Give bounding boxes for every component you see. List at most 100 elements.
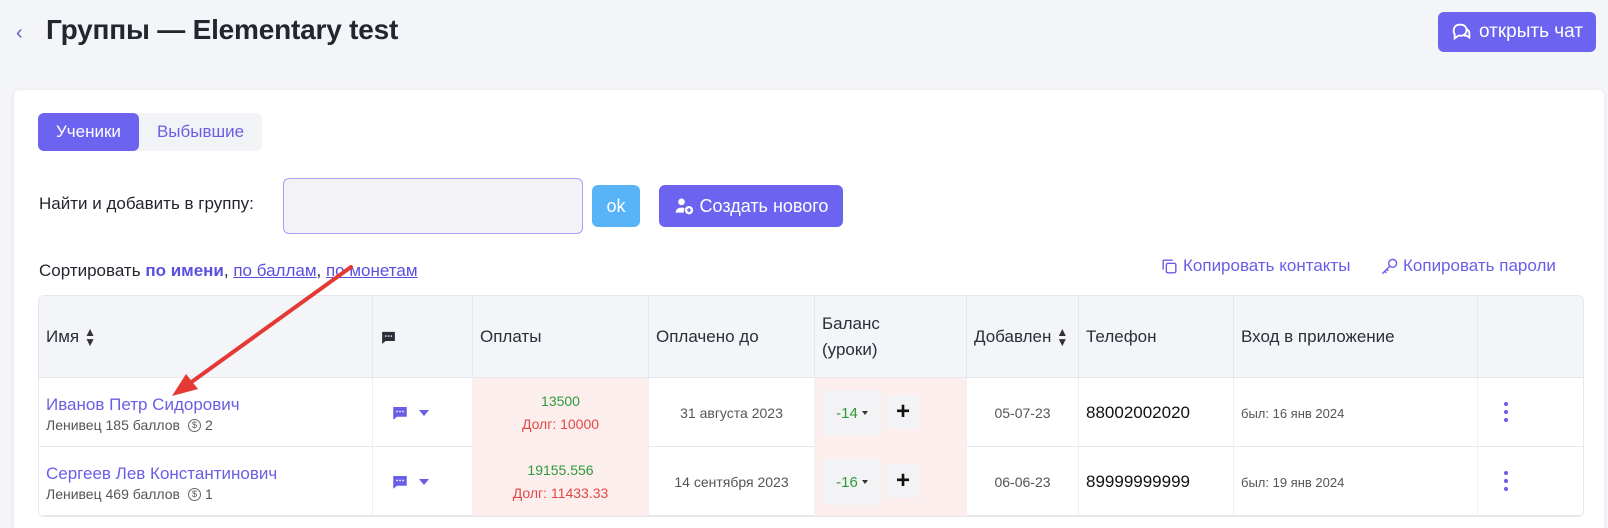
open-chat-label: открыть чат (1478, 21, 1584, 42)
payment-cell: 19155.556 Долг: 11433.33 (473, 447, 649, 516)
table-header: Имя ▲ ▼ Оплаты Оплачено до Баланс (уроки) … (39, 296, 1583, 378)
message-cell (373, 447, 473, 516)
caret-down-icon (861, 411, 868, 415)
add-user-icon (675, 198, 693, 215)
payment-debt: Долг: 11433.33 (512, 485, 609, 501)
message-dropdown[interactable] (391, 473, 429, 491)
sort-comma: , (223, 261, 234, 280)
add-lessons-plus-icon[interactable]: + (887, 464, 919, 498)
balance-dropdown[interactable]: -14 (822, 390, 882, 436)
col-balance-label-2: (уроки) (822, 340, 878, 359)
col-login: Вход в приложение (1234, 296, 1478, 378)
paid-until-cell: 31 августа 2023 (649, 378, 815, 447)
col-balance: Баланс (уроки) (815, 296, 967, 378)
login-cell: был: 16 янв 2024 (1234, 378, 1478, 447)
student-coins: 1 (204, 486, 213, 502)
col-name[interactable]: Имя ▲ ▼ (39, 296, 373, 378)
students-table: Имя ▲ ▼ Оплаты Оплачено до Баланс (уроки) … (38, 295, 1584, 517)
create-new-label: Создать нового (699, 195, 829, 216)
copy-icon (1162, 258, 1177, 274)
added-cell: 05-07-23 (967, 378, 1079, 447)
student-coins: 2 (204, 417, 213, 433)
copy-contacts-label: Копировать контакты (1183, 256, 1351, 275)
added-date: 05-07-23 (994, 405, 1051, 421)
key-icon (1381, 258, 1398, 274)
last-login: был: 19 янв 2024 (1241, 475, 1345, 490)
back-chevron-icon[interactable]: ‹ (16, 20, 30, 46)
coin-icon: $ (187, 418, 201, 432)
added-date: 06-06-23 (994, 474, 1051, 490)
copy-passwords-label: Копировать пароли (1403, 256, 1556, 275)
sort-by-points-link[interactable]: по баллам (233, 261, 316, 280)
payment-amount: 13500 (541, 393, 580, 409)
sort-by-coins-link[interactable]: по монетам (326, 261, 418, 280)
col-actions (1478, 296, 1583, 378)
copy-passwords-link[interactable]: Копировать пароли (1380, 256, 1556, 276)
table-row: Сергеев Лев Константинович Ленивец 469 б… (39, 447, 1583, 516)
tabs: Ученики Выбывшие (38, 113, 263, 151)
phone-cell: 89999999999 (1079, 447, 1234, 516)
sort-comma: , (316, 261, 326, 280)
table-row: Иванов Петр Сидорович Ленивец 185 баллов… (39, 378, 1583, 447)
tab-dropped[interactable]: Выбывшие (139, 113, 262, 151)
col-name-label: Имя (46, 327, 80, 346)
student-points: Ленивец 469 баллов $ 1 (46, 486, 213, 502)
name-cell: Иванов Петр Сидорович Ленивец 185 баллов… (39, 378, 373, 447)
student-name-link[interactable]: Сергеев Лев Константинович (46, 464, 277, 484)
payment-amount: 19155.556 (527, 462, 594, 478)
col-paid-until: Оплачено до (649, 296, 815, 378)
tab-students[interactable]: Ученики (38, 113, 139, 151)
message-dropdown[interactable] (391, 404, 429, 422)
top-bar: ‹ Группы — Elementary test открыть чат (0, 0, 1608, 70)
col-balance-label-1: Баланс (822, 314, 880, 333)
balance-cell: -14 + (815, 378, 967, 447)
chat-bubbles-icon (1452, 23, 1471, 41)
paid-until-cell: 14 сентября 2023 (649, 447, 815, 516)
phone-number: 88002002020 (1086, 403, 1191, 422)
caret-down-icon (861, 480, 868, 484)
student-points-text: Ленивец 469 баллов (46, 486, 180, 502)
balance-value: -16 (836, 473, 858, 491)
phone-cell: 88002002020 (1079, 378, 1234, 447)
name-cell: Сергеев Лев Константинович Ленивец 469 б… (39, 447, 373, 516)
sort-prefix: Сортировать (39, 261, 141, 280)
last-login: был: 16 янв 2024 (1241, 406, 1345, 421)
more-vertical-icon[interactable] (1502, 400, 1510, 424)
col-phone: Телефон (1079, 296, 1234, 378)
page-title: Группы — Elementary test (46, 14, 399, 45)
message-cell (373, 378, 473, 447)
ok-button[interactable]: ok (592, 185, 640, 227)
student-name-link[interactable]: Иванов Петр Сидорович (46, 395, 240, 415)
sort-caret-icon: ▲ ▼ (84, 325, 97, 349)
payment-debt: Долг: 10000 (521, 416, 600, 432)
more-vertical-icon[interactable] (1502, 469, 1510, 493)
col-added[interactable]: Добавлен ▲ ▼ (967, 296, 1079, 378)
actions-cell (1478, 378, 1583, 447)
find-student-input[interactable] (283, 178, 583, 234)
balance-value: -14 (836, 404, 858, 422)
balance-cell: -16 + (815, 447, 967, 516)
open-chat-button[interactable]: открыть чат (1438, 12, 1596, 52)
col-added-label: Добавлен (974, 327, 1052, 346)
sort-by-name-link[interactable]: по имени (145, 261, 224, 280)
phone-number: 89999999999 (1086, 472, 1191, 491)
copy-contacts-link[interactable]: Копировать контакты (1160, 256, 1350, 276)
message-icon (382, 331, 395, 344)
col-messages (373, 296, 473, 378)
payment-cell: 13500 Долг: 10000 (473, 378, 649, 447)
create-new-button[interactable]: Создать нового (659, 185, 843, 227)
find-label: Найти и добавить в группу: (39, 194, 254, 213)
actions-cell (1478, 447, 1583, 516)
added-cell: 06-06-23 (967, 447, 1079, 516)
message-icon (393, 476, 407, 489)
paid-until-date: 31 августа 2023 (680, 405, 783, 421)
group-card: Ученики Выбывшие Найти и добавить в груп… (14, 90, 1604, 528)
col-payments: Оплаты (473, 296, 649, 378)
paid-until-date: 14 сентября 2023 (674, 474, 789, 490)
balance-dropdown[interactable]: -16 (822, 459, 882, 505)
sort-caret-icon: ▲ ▼ (1056, 325, 1069, 349)
add-lessons-plus-icon[interactable]: + (887, 395, 919, 429)
student-points-text: Ленивец 185 баллов (46, 417, 180, 433)
chevron-down-icon (419, 410, 429, 416)
login-cell: был: 19 янв 2024 (1234, 447, 1478, 516)
